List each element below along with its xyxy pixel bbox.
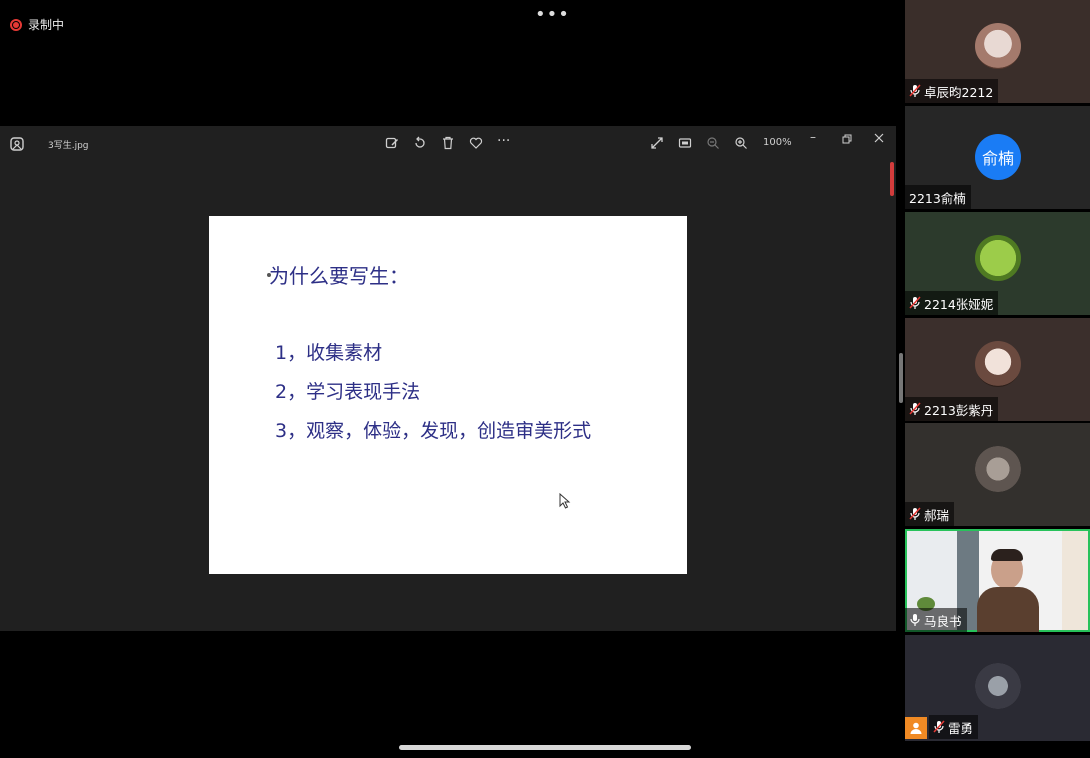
panel-scrollbar[interactable] bbox=[899, 353, 903, 403]
participant-tile[interactable]: 2214张娅妮 bbox=[905, 212, 1090, 315]
delete-icon[interactable] bbox=[441, 136, 455, 150]
participant-tile-active-speaker[interactable]: 马良书 bbox=[905, 529, 1090, 632]
recording-indicator: 录制中 bbox=[10, 16, 64, 33]
zoom-level: 100% bbox=[763, 137, 792, 148]
participant-name-tag: 雷勇 bbox=[929, 715, 979, 739]
participant-tile[interactable]: 卓辰昀2212 bbox=[905, 0, 1090, 103]
slide-item-2: 2，学习表现手法 bbox=[275, 381, 421, 403]
participant-name-tag: 卓辰昀2212 bbox=[905, 79, 999, 103]
close-icon[interactable] bbox=[874, 133, 884, 143]
mouse-cursor-icon bbox=[559, 493, 571, 509]
avatar: 俞楠 bbox=[975, 134, 1021, 180]
more-options-icon[interactable]: ••• bbox=[535, 4, 570, 25]
favorite-heart-icon[interactable] bbox=[469, 136, 483, 150]
shared-screen: 3写生.jpg ··· 100% – 为什么要写生： 1，收集素材 2，学习表现… bbox=[0, 126, 896, 631]
zoom-in-icon[interactable] bbox=[734, 136, 748, 150]
participant-name: 郝瑞 bbox=[924, 507, 950, 523]
participant-tile[interactable]: 俞楠 2213俞楠 bbox=[905, 106, 1090, 209]
slide-item-1: 1，收集素材 bbox=[275, 342, 383, 364]
participant-name-tag: 2214张娅妮 bbox=[905, 291, 999, 315]
rotate-icon[interactable] bbox=[413, 136, 427, 150]
mic-muted-icon bbox=[909, 296, 921, 309]
slide-item-3: 3，观察，体验，发现，创造审美形式 bbox=[275, 420, 592, 442]
participant-tile[interactable]: 2213彭紫丹 bbox=[905, 318, 1090, 421]
slide-title: 为什么要写生： bbox=[269, 264, 409, 288]
participant-name: 2213彭紫丹 bbox=[924, 402, 994, 418]
viewer-scroll-indicator bbox=[890, 162, 894, 196]
mic-icon bbox=[910, 614, 920, 626]
mic-muted-icon bbox=[909, 84, 921, 97]
minimize-icon[interactable]: – bbox=[810, 130, 816, 144]
home-indicator[interactable] bbox=[399, 745, 691, 750]
mic-muted-icon bbox=[909, 402, 921, 415]
record-icon bbox=[10, 18, 22, 31]
slide-image: 为什么要写生： 1，收集素材 2，学习表现手法 3，观察，体验，发现，创造审美形… bbox=[209, 216, 687, 574]
more-icon[interactable]: ··· bbox=[497, 134, 510, 148]
participant-name-tag: 2213俞楠 bbox=[905, 185, 971, 209]
viewer-toolbar: 3写生.jpg ··· 100% – bbox=[0, 126, 896, 160]
fit-window-icon[interactable] bbox=[678, 136, 692, 150]
participant-name-tag: 郝瑞 bbox=[905, 502, 955, 526]
photos-app-icon bbox=[10, 137, 24, 151]
recording-label: 录制中 bbox=[28, 18, 65, 32]
mic-muted-icon bbox=[909, 507, 921, 520]
expand-icon[interactable] bbox=[650, 136, 664, 150]
video-feed bbox=[977, 549, 1039, 632]
restore-icon[interactable] bbox=[842, 134, 852, 144]
participant-name: 2213俞楠 bbox=[909, 190, 966, 206]
avatar bbox=[975, 341, 1021, 387]
zoom-out-icon[interactable] bbox=[706, 136, 720, 150]
file-name: 3写生.jpg bbox=[48, 141, 89, 151]
participant-name-tag: 马良书 bbox=[905, 608, 967, 632]
participant-name: 2214张娅妮 bbox=[924, 296, 994, 312]
avatar bbox=[975, 23, 1021, 69]
participant-name: 马良书 bbox=[924, 613, 962, 629]
participant-name-tag: 2213彭紫丹 bbox=[905, 397, 999, 421]
mic-muted-icon bbox=[933, 720, 945, 733]
participant-tile[interactable]: 雷勇 bbox=[905, 635, 1090, 741]
avatar bbox=[975, 446, 1021, 492]
participant-name: 雷勇 bbox=[948, 720, 974, 736]
participant-tile[interactable]: 郝瑞 bbox=[905, 423, 1090, 526]
avatar bbox=[975, 663, 1021, 709]
user-badge-icon bbox=[905, 717, 927, 739]
participant-name: 卓辰昀2212 bbox=[924, 84, 994, 100]
avatar bbox=[975, 235, 1021, 281]
edit-image-icon[interactable] bbox=[385, 136, 399, 150]
